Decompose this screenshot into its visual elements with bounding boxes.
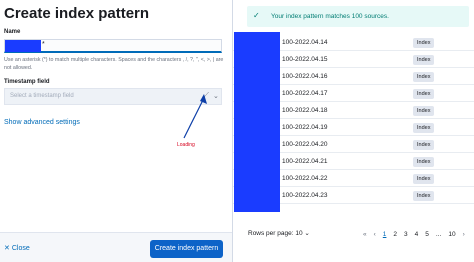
source-name: 100-2022.04.20 — [282, 141, 328, 148]
name-label: Name — [4, 29, 21, 35]
page-3-button[interactable]: 3 — [404, 231, 408, 238]
source-name: 100-2022.04.17 — [282, 90, 328, 97]
annotation-arrow-icon — [183, 94, 207, 139]
index-badge: Index — [413, 55, 435, 65]
page-2-button[interactable]: 2 — [393, 231, 397, 238]
index-badge: Index — [413, 72, 435, 82]
index-badge: Index — [413, 89, 435, 99]
create-index-pattern-screen: Create index pattern Name * Use an aster… — [0, 0, 474, 262]
source-name: 100-2022.04.22 — [282, 175, 328, 182]
source-name: 100-2022.04.23 — [282, 192, 328, 199]
flyout-title: Create index pattern — [4, 5, 150, 22]
create-index-pattern-flyout: Create index pattern Name * Use an aster… — [0, 0, 233, 262]
chevron-down-icon: ⌄ — [213, 93, 219, 100]
show-advanced-settings-link[interactable]: Show advanced settings — [4, 119, 80, 126]
next-page-icon[interactable]: › — [463, 231, 465, 238]
flyout-footer: ✕ Close Create index pattern — [0, 232, 232, 262]
match-callout-text: Your index pattern matches 100 sources. — [271, 13, 389, 20]
pagination: « ‹ 1 2 3 4 5 ... 10 › — [363, 228, 472, 240]
close-button[interactable]: ✕ Close — [4, 244, 30, 252]
first-page-icon[interactable]: « — [363, 231, 367, 238]
index-badge: Index — [413, 174, 435, 184]
source-name: 100-2022.04.16 — [282, 73, 328, 80]
rows-per-page-label: Rows per page: 10 — [248, 230, 303, 237]
redacted-source-prefixes — [234, 32, 280, 212]
redacted-name-value — [5, 40, 41, 52]
matching-sources-panel: ✓ Your index pattern matches 100 sources… — [233, 0, 474, 262]
rows-per-page-button[interactable]: Rows per page: 10 ⌄ — [248, 229, 310, 237]
previous-page-icon[interactable]: ‹ — [374, 231, 376, 238]
source-name: 100-2022.04.21 — [282, 158, 328, 165]
page-4-button[interactable]: 4 — [415, 231, 419, 238]
chevron-down-icon: ⌄ — [304, 230, 310, 237]
index-badge: Index — [413, 191, 435, 201]
pagination-ellipsis: ... — [435, 230, 442, 238]
source-name: 100-2022.04.14 — [282, 39, 328, 46]
loading-annotation: Loading — [177, 142, 195, 148]
source-name: 100-2022.04.19 — [282, 124, 328, 131]
name-help-text: Use an asterisk (*) to match multiple ch… — [4, 57, 224, 71]
page-1-button[interactable]: 1 — [383, 231, 387, 238]
name-value-suffix: * — [42, 41, 45, 48]
page-10-button[interactable]: 10 — [448, 231, 455, 238]
close-label: Close — [11, 245, 30, 252]
source-name: 100-2022.04.18 — [282, 107, 328, 114]
timestamp-placeholder: Select a timestamp field — [10, 93, 74, 99]
index-badge: Index — [413, 123, 435, 133]
index-badge: Index — [413, 157, 435, 167]
create-index-pattern-button[interactable]: Create index pattern — [150, 240, 223, 258]
index-badge: Index — [413, 140, 435, 150]
timestamp-label: Timestamp field — [4, 79, 50, 85]
match-callout: ✓ Your index pattern matches 100 sources… — [247, 6, 469, 27]
close-icon: ✕ — [4, 245, 10, 252]
index-badge: Index — [413, 38, 435, 48]
check-icon: ✓ — [253, 11, 260, 20]
source-name: 100-2022.04.15 — [282, 56, 328, 63]
index-badge: Index — [413, 106, 435, 116]
page-5-button[interactable]: 5 — [425, 231, 429, 238]
name-input[interactable]: * — [4, 39, 222, 53]
